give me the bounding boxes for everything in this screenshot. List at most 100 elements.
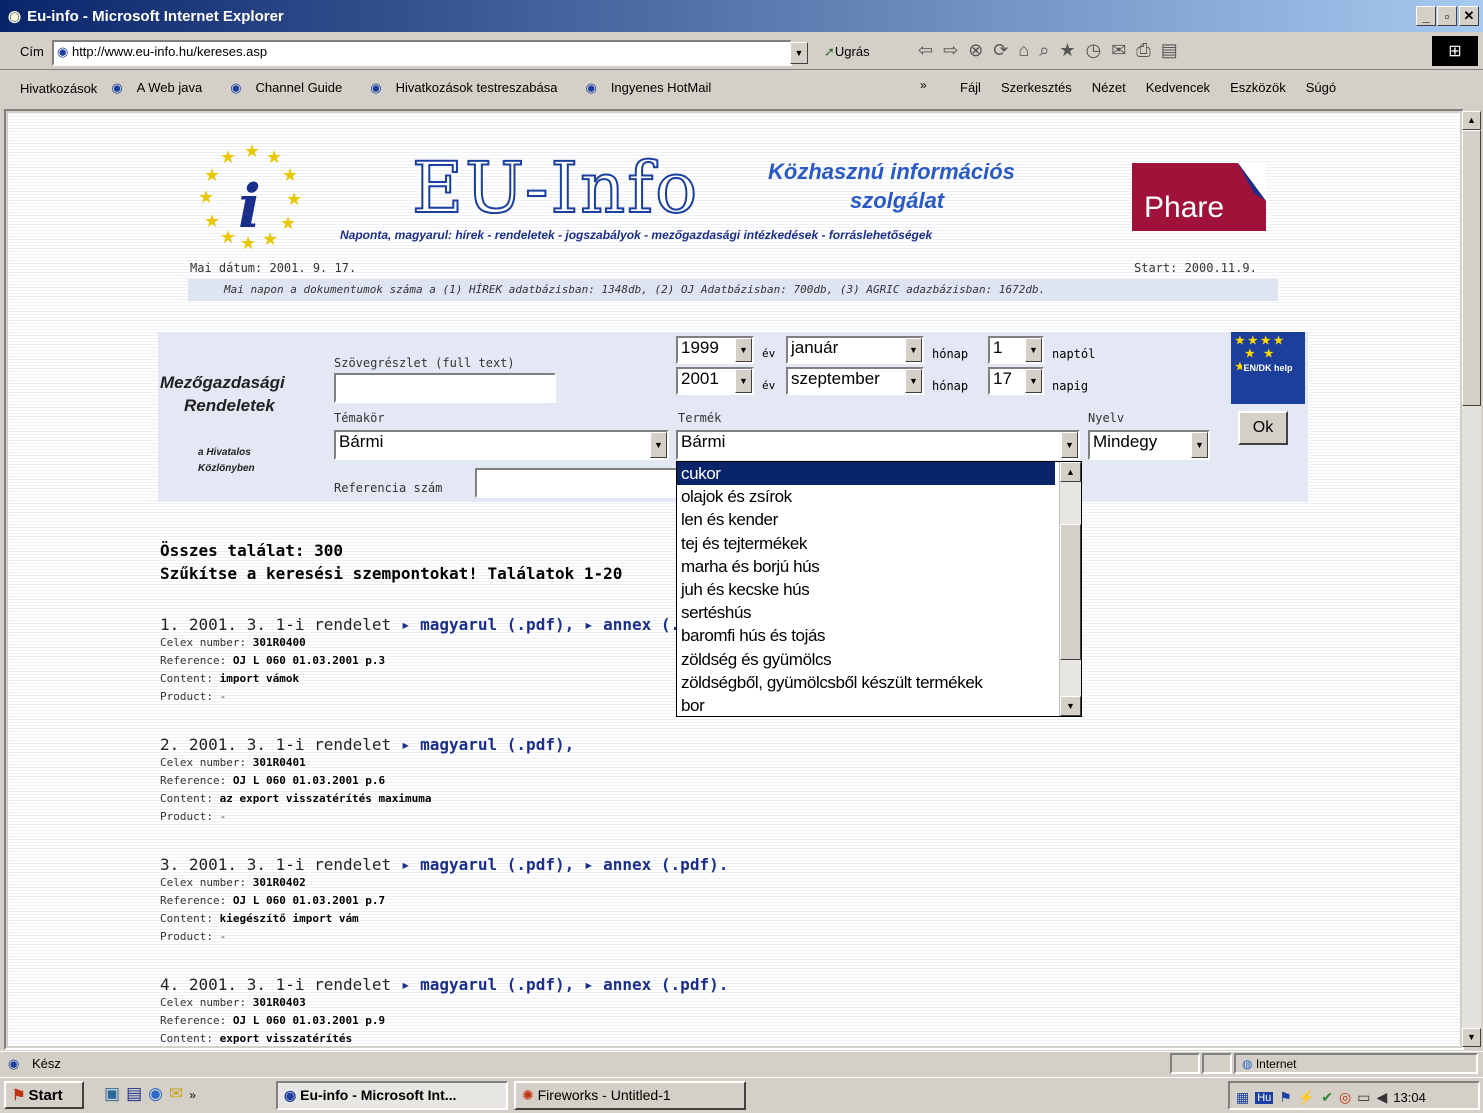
back-icon[interactable]: ⇦ bbox=[918, 40, 943, 60]
search-icon[interactable]: ⌕ bbox=[1039, 40, 1059, 60]
stop-icon[interactable]: ⊗ bbox=[968, 40, 993, 60]
pdf-link-annex[interactable]: ▸ annex (.pdf). bbox=[574, 975, 729, 994]
maximize-button[interactable]: ▫ bbox=[1437, 6, 1457, 26]
menu-bar: Fájl Szerkesztés Nézet Kedvencek Eszközö… bbox=[960, 80, 1356, 95]
dropdown-option[interactable]: marha és borjú hús bbox=[677, 555, 1081, 578]
menu-file[interactable]: Fájl bbox=[960, 80, 981, 95]
scroll-down-icon[interactable]: ▼ bbox=[1462, 1028, 1481, 1047]
ie-icon[interactable]: ◉ bbox=[148, 1084, 169, 1103]
link-hotmail[interactable]: ◉ Ingyenes HotMail bbox=[585, 80, 725, 96]
celex-number: 301R0403 bbox=[252, 996, 306, 1009]
tray-icon[interactable]: ◎ bbox=[1339, 1089, 1351, 1106]
chevron-down-icon[interactable]: ▼ bbox=[735, 369, 752, 393]
print-icon[interactable]: ⎙ bbox=[1136, 40, 1160, 60]
scroll-thumb[interactable] bbox=[1060, 524, 1081, 660]
form-title-2: Rendeletek bbox=[184, 396, 275, 415]
tray-icon[interactable]: ⚡ bbox=[1298, 1089, 1315, 1106]
go-button[interactable]: ➚Ugrás bbox=[824, 44, 870, 60]
outlook-icon[interactable]: ✉ bbox=[169, 1084, 189, 1103]
history-icon[interactable]: ◷ bbox=[1085, 40, 1111, 60]
chevron-down-icon[interactable]: ▼ bbox=[1025, 369, 1042, 393]
menu-tools[interactable]: Eszközök bbox=[1230, 80, 1286, 95]
chevron-icon[interactable]: » bbox=[920, 78, 927, 92]
save-icon[interactable]: ▤ bbox=[126, 1084, 148, 1103]
link-channel-guide[interactable]: ◉ Channel Guide bbox=[230, 80, 356, 96]
dropdown-option[interactable]: cukor bbox=[677, 462, 1055, 486]
link-customize[interactable]: ◉ Hivatkozások testreszabása bbox=[370, 80, 571, 96]
task-fireworks[interactable]: ✺ Fireworks - Untitled-1 bbox=[514, 1081, 746, 1110]
scroll-down-icon[interactable]: ▼ bbox=[1060, 696, 1081, 716]
scroll-up-icon[interactable]: ▲ bbox=[1060, 462, 1081, 482]
refresh-icon[interactable]: ⟳ bbox=[993, 40, 1018, 60]
tray-icon[interactable]: ✔ bbox=[1321, 1089, 1333, 1106]
chevron-down-icon[interactable]: ▼ bbox=[735, 338, 752, 362]
monitor-icon[interactable]: ▭ bbox=[1357, 1089, 1370, 1106]
status-bar: ◉ Kész ◍ Internet bbox=[0, 1051, 1483, 1075]
dropdown-option[interactable]: baromfi hús és tojás bbox=[677, 624, 1081, 647]
service-line-2: szolgálat bbox=[850, 188, 945, 213]
start-button[interactable]: ⚑ Start bbox=[4, 1081, 84, 1109]
eu-help-badge[interactable]: ★★★★★ ★★★★★ EN/DK help bbox=[1231, 332, 1305, 404]
address-dropdown-button[interactable]: ▼ bbox=[790, 42, 808, 64]
address-input[interactable]: ◉ http://www.eu-info.hu/kereses.asp bbox=[52, 40, 792, 66]
dropdown-scrollbar[interactable]: ▲ ▼ bbox=[1059, 462, 1081, 716]
menu-edit[interactable]: Szerkesztés bbox=[1001, 80, 1072, 95]
chevron-down-icon[interactable]: ▼ bbox=[1025, 338, 1042, 362]
scroll-thumb[interactable] bbox=[1462, 130, 1481, 406]
dropdown-option[interactable]: olajok és zsírok bbox=[677, 485, 1081, 508]
temakor-select[interactable]: Bármi ▼ bbox=[334, 430, 669, 460]
fulltext-input[interactable] bbox=[334, 373, 556, 403]
mail-icon[interactable]: ✉ bbox=[1111, 40, 1136, 60]
termek-dropdown-list: cukor olajok és zsírok len és kender tej… bbox=[676, 461, 1082, 717]
language-indicator[interactable]: Hu bbox=[1255, 1091, 1274, 1104]
pdf-link-hu[interactable]: ▸ magyarul (.pdf), bbox=[401, 855, 574, 874]
dropdown-option[interactable]: zöldségből, gyümölcsből készült termékek bbox=[677, 671, 1081, 694]
minimize-button[interactable]: _ bbox=[1416, 6, 1436, 26]
nyelv-select[interactable]: Mindegy ▼ bbox=[1088, 430, 1210, 460]
chevron-down-icon[interactable]: ▼ bbox=[650, 432, 667, 458]
forward-icon[interactable]: ⇨ bbox=[943, 40, 968, 60]
menu-view[interactable]: Nézet bbox=[1092, 80, 1126, 95]
dropdown-option[interactable]: len és kender bbox=[677, 508, 1081, 531]
from-year-select[interactable]: 1999 ▼ bbox=[676, 336, 754, 364]
chevron-down-icon[interactable]: ▼ bbox=[905, 338, 922, 362]
dropdown-option[interactable]: zöldség és gyümölcs bbox=[677, 648, 1081, 671]
flag-icon[interactable]: ⚑ bbox=[1279, 1089, 1292, 1106]
page-scrollbar[interactable]: ▲ ▼ bbox=[1462, 111, 1481, 1047]
menu-favorites[interactable]: Kedvencek bbox=[1146, 80, 1210, 95]
scroll-up-icon[interactable]: ▲ bbox=[1462, 111, 1481, 130]
edit-icon[interactable]: ▤ bbox=[1161, 40, 1188, 60]
to-day-select[interactable]: 17 ▼ bbox=[988, 367, 1044, 395]
chevron-down-icon[interactable]: ▼ bbox=[905, 369, 922, 393]
menu-help[interactable]: Súgó bbox=[1306, 80, 1336, 95]
to-year-select[interactable]: 2001 ▼ bbox=[676, 367, 754, 395]
tray-icon[interactable]: ▦ bbox=[1236, 1089, 1249, 1106]
home-icon[interactable]: ⌂ bbox=[1018, 40, 1039, 60]
favorites-icon[interactable]: ★ bbox=[1059, 40, 1085, 60]
chevron-icon[interactable]: » bbox=[189, 1088, 202, 1102]
close-button[interactable]: ✕ bbox=[1459, 6, 1479, 26]
ok-button[interactable]: Ok bbox=[1238, 411, 1288, 445]
dropdown-option[interactable]: bor bbox=[677, 694, 1081, 716]
chevron-down-icon[interactable]: ▼ bbox=[1061, 432, 1078, 458]
dropdown-option[interactable]: sertéshús bbox=[677, 601, 1081, 624]
pdf-link-hu[interactable]: ▸ magyarul (.pdf), bbox=[401, 975, 574, 994]
termek-select[interactable]: Bármi ▼ bbox=[676, 430, 1080, 460]
reference-input[interactable] bbox=[475, 468, 685, 498]
pdf-link-annex[interactable]: ▸ annex (.pdf). bbox=[574, 855, 729, 874]
status-panel bbox=[1202, 1053, 1232, 1074]
dropdown-option[interactable]: juh és kecske hús bbox=[677, 578, 1081, 601]
svg-text:★: ★ bbox=[220, 227, 236, 248]
from-day-select[interactable]: 1 ▼ bbox=[988, 336, 1044, 364]
pdf-link-hu[interactable]: ▸ magyarul (.pdf), bbox=[401, 735, 574, 754]
desktop-icon[interactable]: ▣ bbox=[104, 1084, 126, 1103]
task-ie[interactable]: ◉ Eu-info - Microsoft Int... bbox=[276, 1081, 508, 1110]
address-label: Cím bbox=[20, 44, 44, 59]
chevron-down-icon[interactable]: ▼ bbox=[1191, 432, 1208, 458]
dropdown-option[interactable]: tej és tejtermékek bbox=[677, 532, 1081, 555]
pdf-link-hu[interactable]: ▸ magyarul (.pdf), bbox=[401, 615, 574, 634]
to-month-select[interactable]: szeptember ▼ bbox=[786, 367, 924, 395]
volume-icon[interactable]: ◀ bbox=[1376, 1089, 1387, 1106]
from-month-select[interactable]: január ▼ bbox=[786, 336, 924, 364]
link-web-java[interactable]: ◉ A Web java bbox=[111, 80, 216, 96]
